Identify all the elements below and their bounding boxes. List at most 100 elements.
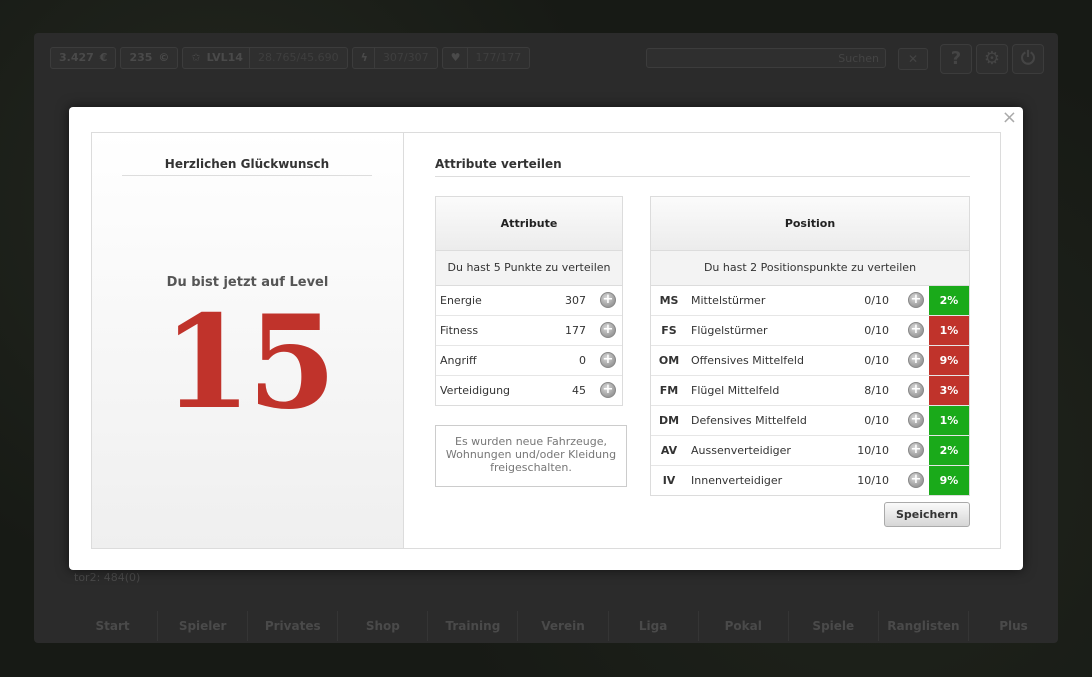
position-abbr: FM: [659, 384, 679, 397]
nav-item[interactable]: Privates: [247, 611, 337, 641]
position-percent-badge: 9%: [929, 346, 969, 375]
plus-icon[interactable]: +: [908, 412, 924, 428]
stats-bar: 3.427 € 235 © ✩ LVL14 28.765/45.690 ϟ 307/307…: [50, 47, 531, 69]
position-value: 0/10: [864, 354, 889, 367]
gear-icon[interactable]: ⚙: [976, 44, 1008, 74]
position-name: Flügel Mittelfeld: [691, 384, 780, 397]
attribute-value: 45: [572, 384, 586, 397]
status-line: tor2: 484(0): [74, 571, 141, 584]
position-row: AV Aussenverteidiger 10/10 + 2%: [651, 436, 969, 466]
plus-icon[interactable]: +: [908, 442, 924, 458]
energy-stat: ϟ 307/307: [351, 47, 438, 69]
attribute-value: 307: [565, 294, 586, 307]
position-value: 10/10: [857, 444, 889, 457]
power-icon[interactable]: ⏻: [1012, 44, 1044, 74]
attributes-header: Attribute: [436, 197, 622, 251]
nav-item[interactable]: Spieler: [157, 611, 247, 641]
position-row: IV Innenverteidiger 10/10 + 9%: [651, 466, 969, 495]
position-row: OM Offensives Mittelfeld 0/10 + 9%: [651, 346, 969, 376]
plus-icon[interactable]: +: [908, 292, 924, 308]
position-name: Mittelstürmer: [691, 294, 766, 307]
search-clear-button[interactable]: ✕: [898, 48, 928, 70]
position-abbr: FS: [661, 324, 677, 337]
close-icon[interactable]: ×: [1002, 109, 1017, 127]
level-value: LVL14: [206, 51, 243, 64]
position-value: 0/10: [864, 294, 889, 307]
attribute-name: Verteidigung: [440, 384, 511, 397]
position-percent-badge: 2%: [929, 436, 969, 465]
level-up-dialog: × Herzlichen Glückwunsch Du bist jetzt a…: [69, 107, 1023, 570]
section-title: Attribute verteilen: [435, 157, 970, 177]
help-icon[interactable]: ?: [940, 44, 972, 74]
search-label: Suchen: [838, 51, 879, 65]
nav-item[interactable]: Pokal: [697, 611, 788, 641]
position-percent-badge: 2%: [929, 286, 969, 315]
position-value: 0/10: [864, 414, 889, 427]
credits-value: 235: [129, 51, 153, 64]
nav-item[interactable]: Ranglisten: [877, 611, 968, 641]
congrats-title: Herzlichen Glückwunsch: [122, 157, 372, 176]
position-abbr: MS: [659, 294, 679, 307]
position-abbr: AV: [660, 444, 678, 457]
level-number: 15: [162, 288, 336, 438]
position-row: MS Mittelstürmer 0/10 + 2%: [651, 286, 969, 316]
positions-points-info: Du hast 2 Positionspunkte zu verteilen: [651, 251, 969, 286]
nav-item[interactable]: Start: [68, 611, 157, 641]
attribute-value: 0: [579, 354, 586, 367]
attribute-name: Angriff: [440, 354, 477, 367]
xp-value: 28.765/45.690: [248, 48, 339, 68]
credit-coin-icon: ©: [158, 51, 170, 64]
plus-icon[interactable]: +: [908, 352, 924, 368]
nav-item[interactable]: Training: [427, 611, 517, 641]
position-row: DM Defensives Mittelfeld 0/10 + 1%: [651, 406, 969, 436]
position-value: 8/10: [864, 384, 889, 397]
star-icon: ✩: [191, 51, 201, 64]
lightning-icon: ϟ: [360, 51, 368, 64]
money-stat: 3.427 €: [50, 47, 117, 69]
dialog-content: Herzlichen Glückwunsch Du bist jetzt auf…: [91, 132, 1001, 549]
position-row: FM Flügel Mittelfeld 8/10 + 3%: [651, 376, 969, 406]
health-stat: ♥ 177/177: [441, 47, 531, 69]
position-abbr: IV: [662, 474, 676, 487]
save-button[interactable]: Speichern: [884, 502, 970, 527]
position-value: 0/10: [864, 324, 889, 337]
plus-icon[interactable]: +: [600, 292, 616, 308]
plus-icon[interactable]: +: [908, 382, 924, 398]
heart-icon: ♥: [450, 51, 461, 64]
nav-item[interactable]: Verein: [517, 611, 607, 641]
health-value: 177/177: [466, 48, 521, 68]
plus-icon[interactable]: +: [908, 472, 924, 488]
attribute-value: 177: [565, 324, 586, 337]
search-input[interactable]: Suchen: [646, 48, 886, 68]
attribute-name: Energie: [440, 294, 482, 307]
position-percent-badge: 3%: [929, 376, 969, 405]
nav-item[interactable]: Liga: [607, 611, 698, 641]
attributes-points-info: Du hast 5 Punkte zu verteilen: [436, 251, 622, 286]
position-percent-badge: 1%: [929, 316, 969, 345]
money-value: 3.427: [59, 51, 94, 64]
position-percent-badge: 1%: [929, 406, 969, 435]
plus-icon[interactable]: +: [600, 352, 616, 368]
attribute-row: Fitness 177 +: [436, 316, 622, 346]
position-name: Innenverteidiger: [691, 474, 783, 487]
position-percent-badge: 9%: [929, 466, 969, 495]
position-abbr: OM: [658, 354, 680, 367]
positions-header: Position: [651, 197, 969, 251]
attribute-name: Fitness: [440, 324, 479, 337]
plus-icon[interactable]: +: [600, 382, 616, 398]
nav-item[interactable]: Plus: [967, 611, 1058, 641]
plus-icon[interactable]: +: [908, 322, 924, 338]
position-abbr: DM: [658, 414, 680, 427]
unlock-notice: Es wurden neue Fahrzeuge, Wohnungen und/…: [435, 425, 627, 487]
attribute-row: Verteidigung 45 +: [436, 376, 622, 405]
nav-item[interactable]: Spiele: [787, 611, 878, 641]
bottom-nav: Start Spieler Privates Shop Training Ver…: [68, 611, 1058, 641]
attributes-panel: Attribute Du hast 5 Punkte zu verteilen …: [435, 196, 623, 406]
plus-icon[interactable]: +: [600, 322, 616, 338]
position-name: Aussenverteidiger: [691, 444, 791, 457]
positions-panel: Position Du hast 2 Positionspunkte zu ve…: [650, 196, 970, 496]
nav-item[interactable]: Shop: [337, 611, 427, 641]
attribute-row: Angriff 0 +: [436, 346, 622, 376]
position-name: Offensives Mittelfeld: [691, 354, 804, 367]
energy-value: 307/307: [373, 48, 429, 68]
